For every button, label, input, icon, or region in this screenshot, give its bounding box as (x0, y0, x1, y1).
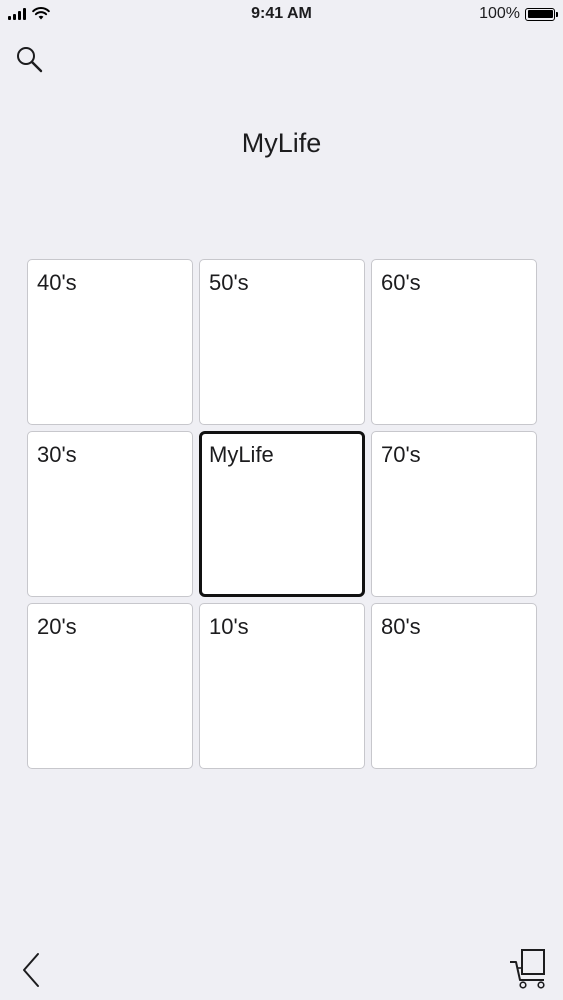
battery-fill (527, 10, 553, 18)
grid-cell-10s[interactable]: 10's (199, 603, 365, 769)
battery-percentage: 100% (479, 5, 520, 22)
status-bar: 9:41 AM 100% (0, 0, 563, 30)
grid-cell-60s[interactable]: 60's (371, 259, 537, 425)
battery-icon (525, 7, 558, 21)
search-icon[interactable] (12, 42, 46, 76)
grid-cell-40s[interactable]: 40's (27, 259, 193, 425)
cart-icon[interactable] (509, 948, 553, 990)
decade-grid: 40's 50's 60's 30's MyLife 70's 20's 10'… (27, 259, 537, 769)
grid-cell-50s[interactable]: 50's (199, 259, 365, 425)
grid-cell-80s[interactable]: 80's (371, 603, 537, 769)
page-title: MyLife (241, 128, 322, 158)
grid-cell-20s[interactable]: 20's (27, 603, 193, 769)
grid-cell-mylife[interactable]: MyLife (199, 431, 365, 597)
grid-cell-30s[interactable]: 30's (27, 431, 193, 597)
chevron-left-icon[interactable] (14, 950, 48, 990)
grid-cell-70s[interactable]: 70's (371, 431, 537, 597)
status-right: 100% (479, 5, 558, 23)
